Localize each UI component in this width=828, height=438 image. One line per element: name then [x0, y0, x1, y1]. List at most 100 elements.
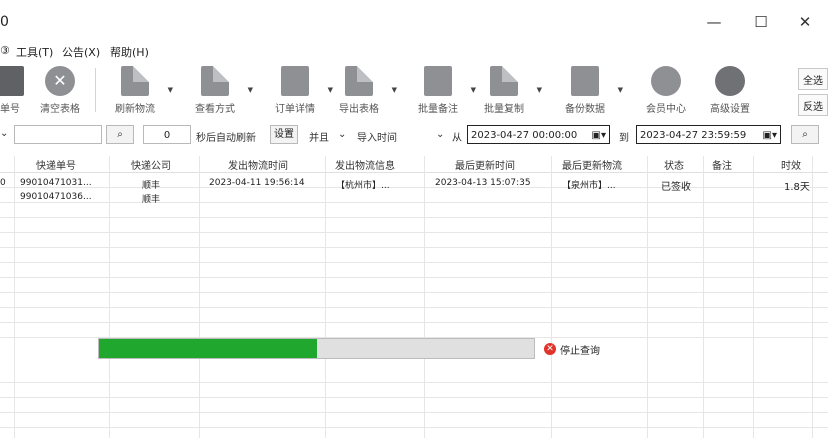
- empty-row: [0, 218, 828, 233]
- copy-icon: [490, 66, 518, 96]
- close-button[interactable]: ✕: [791, 10, 819, 34]
- menu-bar: ③ 工具(T) 公告(X) 帮助(H): [0, 44, 828, 60]
- refresh-interval-input[interactable]: 0: [143, 125, 191, 144]
- stop-query-button[interactable]: ✕ 停止查询: [544, 340, 622, 358]
- cell-tracking: 99010471036...: [20, 192, 92, 202]
- tool-label: 批量备注: [418, 104, 458, 115]
- export-icon: [345, 66, 373, 96]
- stop-query-label: 停止查询: [560, 345, 600, 357]
- calendar-icon[interactable]: ▣▾: [763, 126, 777, 143]
- dropdown-arrow-icon[interactable]: ▼: [248, 86, 253, 94]
- column-header-note[interactable]: 备注: [712, 157, 732, 172]
- set-button[interactable]: 设置: [270, 125, 298, 144]
- menu-item-help[interactable]: 帮助(H): [110, 44, 149, 60]
- empty-row: [0, 203, 828, 218]
- column-header-company[interactable]: 快递公司: [131, 157, 171, 172]
- empty-row: [0, 383, 828, 398]
- from-datetime-value: 2023-04-27 00:00:00: [471, 130, 578, 141]
- tool-note-button[interactable]: 批量备注 ▼: [406, 64, 476, 118]
- tool-clear-button[interactable]: ✕ 清空表格: [28, 64, 92, 118]
- tool-order-button[interactable]: 订单详情 ▼: [263, 64, 333, 118]
- tool-view-button[interactable]: 查看方式 ▼: [183, 64, 253, 118]
- empty-row: [0, 233, 828, 248]
- keyword-input[interactable]: [14, 125, 102, 144]
- toolbar: 单号 ✕ 清空表格 刷新物流 ▼ 查看方式 ▼ 订单详情 ▼ 导出表格 ▼ 批量…: [0, 60, 828, 120]
- maximize-icon: ☐: [754, 13, 768, 31]
- tool-label: 清空表格: [40, 104, 80, 115]
- chevron-down-icon[interactable]: ⌄: [338, 129, 346, 140]
- tool-label: 导出表格: [339, 104, 379, 115]
- tool-label: 会员中心: [646, 104, 686, 115]
- search-button[interactable]: ⌕: [106, 125, 134, 144]
- invert-selection-button[interactable]: 反选: [798, 94, 828, 116]
- empty-row: [0, 248, 828, 263]
- row-index: 0: [0, 178, 6, 188]
- dropdown-arrow-icon[interactable]: ▼: [168, 86, 173, 94]
- column-header-tracking[interactable]: 快递单号: [36, 157, 76, 172]
- progress-fill: [99, 339, 317, 358]
- tool-copy-button[interactable]: 批量复制 ▼: [472, 64, 542, 118]
- tool-export-button[interactable]: 导出表格 ▼: [327, 64, 397, 118]
- calendar-icon[interactable]: ▣▾: [592, 126, 606, 143]
- empty-row: [0, 368, 828, 383]
- select-all-button[interactable]: 全选: [798, 68, 828, 90]
- to-datetime-value: 2023-04-27 23:59:59: [640, 130, 747, 141]
- menu-item-notice[interactable]: 公告(X): [62, 44, 100, 60]
- member-icon: [651, 66, 681, 96]
- time-type-select[interactable]: 导入时间: [357, 129, 397, 144]
- tool-backup-button[interactable]: 备份数据 ▼: [553, 64, 623, 118]
- backup-icon: [571, 66, 599, 96]
- from-datetime-input[interactable]: 2023-04-27 00:00:00 ▣▾: [467, 125, 610, 144]
- search-icon: ⌕: [117, 129, 123, 140]
- order-icon: [281, 66, 309, 96]
- title-bar: 0 — ☐ ✕: [0, 0, 828, 44]
- table-row[interactable]: 99010471036... 顺丰: [0, 188, 828, 205]
- empty-row: [0, 398, 828, 413]
- empty-row: [0, 323, 828, 338]
- results-table: 快递单号 快递公司 发出物流时间 发出物流信息 最后更新时间 最后更新物流 状态…: [0, 150, 828, 438]
- window-title: 0: [0, 14, 9, 30]
- table-row[interactable]: 0 99010471031... 顺丰 2023-04-11 19:56:14 …: [0, 173, 828, 193]
- empty-row: [0, 263, 828, 278]
- note-icon: [424, 66, 452, 96]
- dropdown-arrow-icon[interactable]: ▼: [537, 86, 542, 94]
- tool-refresh-button[interactable]: 刷新物流 ▼: [103, 64, 173, 118]
- cell-update-time: 2023-04-13 15:07:35: [435, 178, 531, 188]
- chevron-down-icon[interactable]: ⌄: [0, 128, 8, 139]
- tool-label: 备份数据: [565, 104, 605, 115]
- empty-row: [0, 413, 828, 428]
- empty-row: [0, 293, 828, 308]
- settings-icon: [715, 66, 745, 96]
- cell-ship-time: 2023-04-11 19:56:14: [209, 178, 305, 188]
- tool-label: 订单详情: [275, 104, 315, 115]
- scan-icon: [0, 66, 24, 96]
- menu-item-tools[interactable]: 工具(T): [16, 44, 53, 60]
- column-header-update-info[interactable]: 最后更新物流: [562, 157, 622, 172]
- minimize-button[interactable]: —: [700, 10, 728, 34]
- clear-icon: ✕: [45, 66, 75, 96]
- column-header-aging[interactable]: 时效: [781, 157, 801, 172]
- maximize-button[interactable]: ☐: [747, 10, 775, 34]
- search-row: ⌄ ⌕ 0 秒后自动刷新 设置 并且 ⌄ 导入时间 ⌄ 从 2023-04-27…: [0, 122, 828, 148]
- empty-row: [0, 308, 828, 323]
- search-icon: ⌕: [802, 129, 808, 140]
- query-button[interactable]: ⌕: [791, 125, 819, 144]
- tool-label: 查看方式: [195, 104, 235, 115]
- tool-settings-button[interactable]: 高级设置: [698, 64, 762, 118]
- column-header-ship-time[interactable]: 发出物流时间: [228, 157, 288, 172]
- tool-label: 高级设置: [710, 104, 750, 115]
- column-header-ship-info[interactable]: 发出物流信息: [335, 157, 395, 172]
- dropdown-arrow-icon[interactable]: ▼: [618, 86, 623, 94]
- dropdown-arrow-icon[interactable]: ▼: [392, 86, 397, 94]
- tool-label: 批量复制: [484, 104, 524, 115]
- close-icon: ✕: [798, 13, 812, 31]
- range-select[interactable]: 并且: [309, 129, 329, 144]
- column-header-status[interactable]: 状态: [664, 157, 684, 172]
- chevron-down-icon[interactable]: ⌄: [436, 129, 444, 140]
- to-datetime-input[interactable]: 2023-04-27 23:59:59 ▣▾: [636, 125, 781, 144]
- menu-item-partial[interactable]: ③: [0, 44, 10, 57]
- cell-tracking: 99010471031...: [20, 178, 92, 188]
- tool-member-button[interactable]: 会员中心: [634, 64, 698, 118]
- view-icon: [201, 66, 229, 96]
- column-header-update-time[interactable]: 最后更新时间: [455, 157, 515, 172]
